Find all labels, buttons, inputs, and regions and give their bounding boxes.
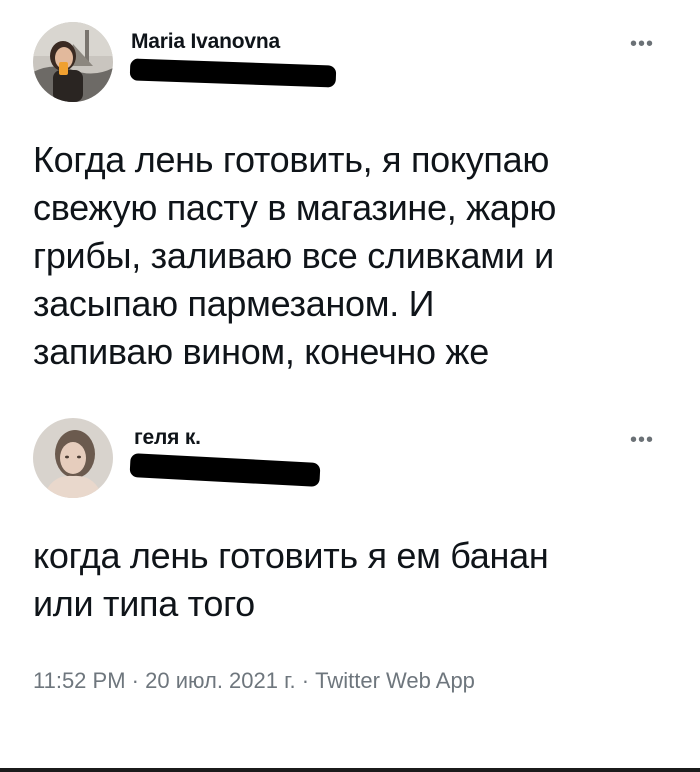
redacted-handle-bar [129, 453, 321, 487]
author-name[interactable]: геля к. [134, 426, 201, 450]
tweet-text-line: когда лень готовить я ем банан [33, 535, 549, 576]
tweet-time[interactable]: 11:52 PM [33, 668, 126, 693]
meta-separator: · [125, 668, 146, 693]
more-options-icon[interactable]: ••• [630, 430, 654, 450]
tweet-text: когда лень готовить я ем банан или типа … [33, 532, 549, 628]
tweet-2: геля к. ••• когда лень готовить я ем бан… [0, 0, 700, 740]
bottom-border [0, 768, 700, 772]
tweet-source[interactable]: Twitter Web App [315, 668, 475, 693]
avatar-gelya[interactable] [33, 418, 113, 498]
tweet-text-line: или типа того [33, 583, 255, 624]
tweet-meta: 11:52 PM · 20 июл. 2021 г. · Twitter Web… [33, 668, 475, 694]
meta-separator: · [295, 668, 316, 693]
tweet-date[interactable]: 20 июл. 2021 г. [145, 668, 295, 693]
avatar-photo-icon [33, 418, 113, 498]
